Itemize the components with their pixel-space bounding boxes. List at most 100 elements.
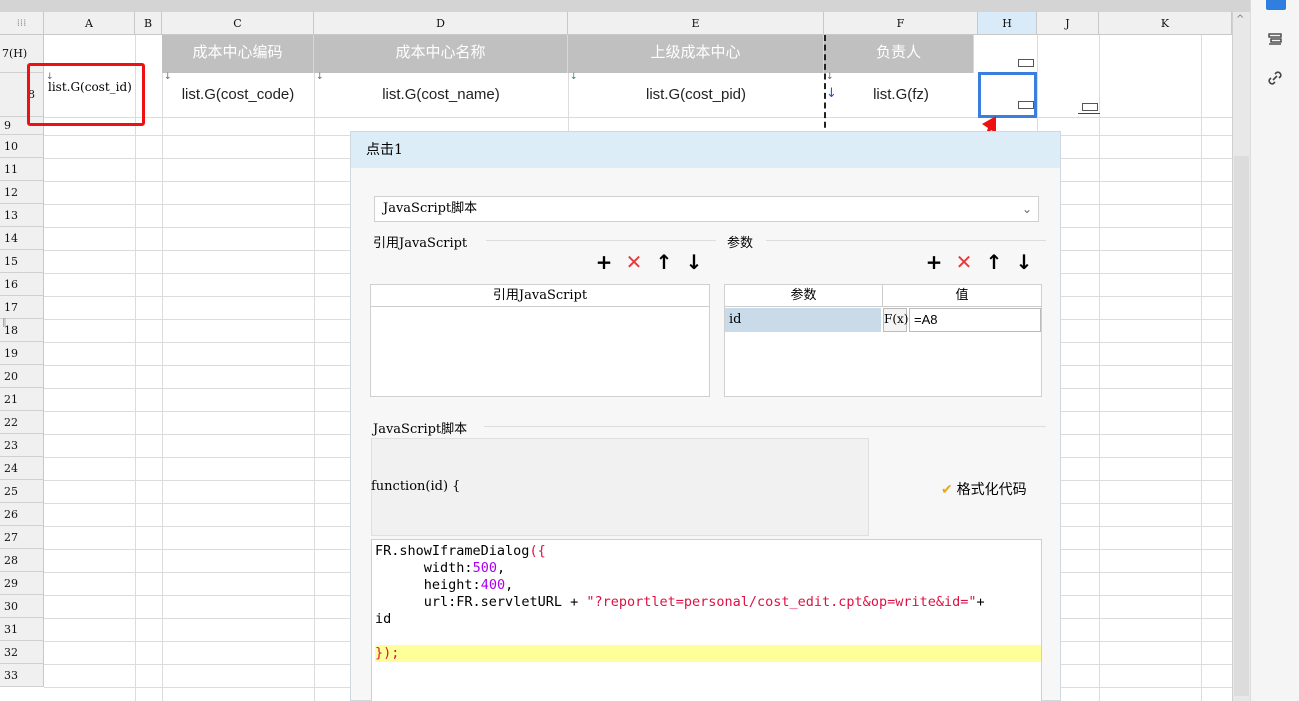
hyperlink-icon[interactable] [1265,70,1285,90]
row-header-25[interactable]: 25 [0,480,44,503]
code-token: }); [375,645,400,661]
scroll-up-icon[interactable]: ^ [1236,14,1244,25]
code-token: 400 [480,577,506,593]
move-down-icon[interactable]: ↓ [1009,250,1039,274]
brush-icon: ✔ [941,481,953,497]
scroll-thumb[interactable] [1234,156,1249,696]
col-header-a[interactable]: A [44,12,135,35]
move-down-icon[interactable]: ↓ [679,250,709,274]
selected-cell-h8[interactable] [978,72,1037,118]
cell-f8[interactable]: list.G(fz) [824,73,978,117]
delete-icon[interactable]: ✕ [949,250,979,274]
row-header-24[interactable]: 24 [0,457,44,480]
row-header-12[interactable]: 12 [0,181,44,204]
row-header-18[interactable]: 18 [0,319,44,342]
row-header-11[interactable]: 11 [0,158,44,181]
cell-c8[interactable]: list.G(cost_code) [162,73,314,117]
gridline [44,117,1232,118]
row-header-10[interactable]: 10 [0,135,44,158]
widget-underline [1078,113,1100,114]
code-token: width: [423,560,473,576]
link-type-select[interactable]: JavaScript脚本 ⌄ [374,196,1039,222]
param-value-input[interactable]: =A8 [909,308,1041,332]
code-token: height: [423,577,481,593]
format-code-label: 格式化代码 [956,481,1027,497]
cell-d8[interactable]: list.G(cost_name) [314,73,568,117]
row-header-21[interactable]: 21 [0,388,44,411]
code-token: FR.showIframeDialog [375,543,530,559]
splitter-handle[interactable]: ‖ [2,318,7,328]
cell-d7-header[interactable]: 成本中心名称 [314,35,568,73]
script-section-label: JavaScript脚本 [373,422,468,437]
top-toolbar-strip [0,0,1258,12]
col-header-d[interactable]: D [314,12,568,35]
right-toolbar [1250,0,1299,701]
row-header-16[interactable]: 16 [0,273,44,296]
param-name-cell[interactable]: id [725,308,881,332]
params-table[interactable]: 参数 值 id F(x) =A8 [724,284,1042,397]
dialog-title: 点击1 [351,132,1060,168]
row-header-15[interactable]: 15 [0,250,44,273]
cell-e7-header[interactable]: 上级成本中心 [568,35,824,73]
format-code-button[interactable]: ✔ 格式化代码 [941,479,1027,499]
row-header-26[interactable]: 26 [0,503,44,526]
row-header-19[interactable]: 19 [0,342,44,365]
row-header-31[interactable]: 31 [0,618,44,641]
code-token: id [375,611,392,627]
row-header-22[interactable]: 22 [0,411,44,434]
row-header-28[interactable]: 28 [0,549,44,572]
param-name-column-header: 参数 [725,285,883,307]
col-header-j[interactable]: J [1037,12,1099,35]
param-value-column-header: 值 [883,285,1041,307]
col-header-b[interactable]: B [135,12,162,35]
ref-js-column-header: 引用JavaScript [371,285,709,307]
expand-down-icon: ↓ [164,72,172,82]
row-header-33[interactable]: 33 [0,664,44,687]
chevron-down-icon[interactable]: ⌄ [1022,197,1032,221]
row-header-14[interactable]: 14 [0,227,44,250]
formula-icon[interactable]: F(x) [883,308,908,332]
add-icon[interactable]: + [919,250,949,274]
delete-icon[interactable]: ✕ [619,250,649,274]
row-header-17[interactable]: 17 [0,296,44,319]
widget-icon[interactable] [1018,59,1034,67]
code-token: + [976,594,985,610]
js-code-editor[interactable]: FR.showIframeDialog({ width:500, height:… [371,539,1042,701]
col-header-k[interactable]: K [1099,12,1232,35]
ref-js-controls: + ✕ ↑ ↓ [589,250,709,274]
vertical-scrollbar[interactable]: ^ [1232,12,1250,701]
widget-icon[interactable] [1082,103,1098,111]
col-header-f[interactable]: F [824,12,978,35]
cell-c7-header[interactable]: 成本中心编码 [162,35,314,73]
cell-f7-header[interactable]: 负责人 [824,35,974,73]
code-token: ({ [529,543,546,559]
row-header-23[interactable]: 23 [0,434,44,457]
row-header-13[interactable]: 13 [0,204,44,227]
divider [484,426,1046,427]
move-up-icon[interactable]: ↑ [979,250,1009,274]
row-header-29[interactable]: 29 [0,572,44,595]
ref-js-section-label: 引用JavaScript [373,236,468,251]
cell-e8[interactable]: list.G(cost_pid) [568,73,824,117]
param-section-label: 参数 [727,236,754,251]
col-header-e[interactable]: E [568,12,824,35]
row-header-27[interactable]: 27 [0,526,44,549]
cell-attr-icon[interactable] [1266,0,1286,10]
hyperlink-dialog: 点击1 JavaScript脚本 ⌄ 引用JavaScript 参数 + ✕ ↑ ↓ … [350,131,1061,701]
properties-icon[interactable] [1265,32,1285,52]
move-up-icon[interactable]: ↑ [649,250,679,274]
function-signature: function(id) { [371,479,461,494]
code-token: 500 [472,560,497,576]
code-token: url:FR.servletURL + [423,594,587,610]
divider [486,240,716,241]
expand-down-icon: ↓ [570,72,578,82]
col-header-h[interactable]: H [978,12,1037,35]
row-header-30[interactable]: 30 [0,595,44,618]
col-header-c[interactable]: C [162,12,314,35]
grid-corner[interactable]: ⁞⁞⁞ [0,12,44,35]
add-icon[interactable]: + [589,250,619,274]
row-header-20[interactable]: 20 [0,365,44,388]
row-header-32[interactable]: 32 [0,641,44,664]
ref-js-table[interactable]: 引用JavaScript [370,284,710,397]
highlighted-code-line: }); [375,645,1041,662]
